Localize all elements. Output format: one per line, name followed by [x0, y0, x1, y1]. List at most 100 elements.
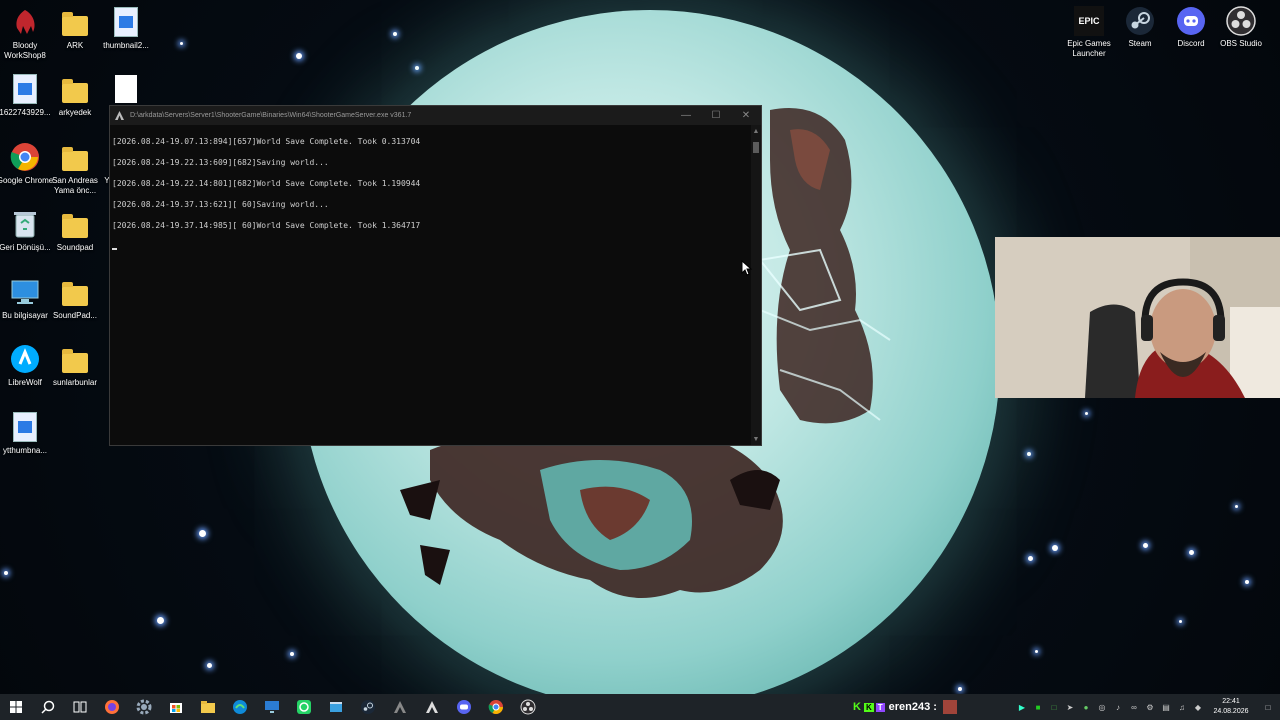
task-view-icon: [73, 701, 87, 713]
notification-icon[interactable]: □: [1256, 703, 1280, 712]
image-file-icon: [114, 7, 138, 37]
close-button[interactable]: ✕: [731, 106, 761, 125]
desktop-icon-sunlarbunlar[interactable]: sunlarbunlar: [44, 343, 106, 388]
clock[interactable]: 22:41 24.08.2026: [1206, 697, 1256, 717]
microphone-icon[interactable]: ♪: [1110, 703, 1126, 712]
remote-desktop-icon: [265, 701, 279, 713]
desktop-icon-thumbnail2[interactable]: thumbnail2...: [95, 6, 157, 51]
taskbar-settings[interactable]: [128, 694, 160, 720]
image-file-icon: [13, 412, 37, 442]
taskbar-whatsapp[interactable]: [288, 694, 320, 720]
tiktok-icon: K: [863, 702, 874, 712]
green-app-icon[interactable]: ■: [1030, 703, 1046, 712]
language-icon[interactable]: ◆: [1190, 703, 1206, 712]
clock-time: 22:41: [1222, 698, 1240, 705]
desktop-icon-soundpad2[interactable]: SoundPad...: [44, 276, 106, 321]
volume-icon[interactable]: ♫: [1174, 703, 1190, 712]
image-file-icon: [13, 74, 37, 104]
scrollbar-thumb[interactable]: [753, 142, 759, 153]
console-output[interactable]: [2026.08.24-19.07.13:894][657]World Save…: [110, 125, 761, 265]
windows-start-icon: [10, 701, 22, 713]
chrome-icon: [10, 143, 39, 171]
taskbar-obs[interactable]: [512, 694, 544, 720]
window-icon: [330, 702, 342, 712]
network-icon[interactable]: ▤: [1158, 703, 1174, 712]
console-titlebar[interactable]: D:\arkdata\Servers\Server1\ShooterGame\B…: [110, 106, 761, 125]
chrome-icon: [488, 700, 503, 714]
stream-avatar: [942, 700, 957, 714]
text-cursor: [112, 247, 117, 250]
search-button[interactable]: [32, 694, 64, 720]
steam-icon: [1125, 6, 1155, 36]
desktop-icon-epic-games[interactable]: EPIC Epic Games Launcher: [1061, 6, 1117, 59]
console-line: [2026.08.24-19.07.13:894][657]World Save…: [112, 136, 421, 146]
desktop-icon-soundpad[interactable]: Soundpad: [44, 208, 106, 253]
ark-app-icon: [115, 111, 124, 120]
folder-icon: [62, 147, 88, 171]
minimize-button[interactable]: —: [671, 106, 701, 125]
console-scrollbar[interactable]: ▲ ▼: [751, 125, 761, 445]
file-explorer-icon: [201, 701, 215, 713]
desktop-icon-ytthumbna[interactable]: ytthumbna...: [0, 411, 56, 456]
librewolf-icon: [11, 345, 39, 373]
play-icon[interactable]: ▶: [1014, 703, 1030, 712]
search-icon: [41, 700, 55, 714]
discord-icon: [1176, 6, 1206, 36]
taskbar-firefox[interactable]: [96, 694, 128, 720]
steam-tray-icon[interactable]: ⚙: [1142, 703, 1158, 712]
tray-arrow-icon[interactable]: ➤: [1062, 703, 1078, 712]
taskbar-file-explorer[interactable]: [192, 694, 224, 720]
tray-app-icon[interactable]: □: [1046, 703, 1062, 712]
taskbar-chrome[interactable]: [480, 694, 512, 720]
system-tray: ▶ ■ □ ➤ ● ◎ ♪ ∞ ⚙ ▤ ♫ ◆ 22:41 24.08.2026…: [1014, 694, 1280, 720]
stream-username-overlay: K K T eren243 :: [853, 699, 957, 715]
epic-games-icon: EPIC: [1074, 6, 1104, 36]
taskbar-discord[interactable]: [448, 694, 480, 720]
folder-icon: [62, 214, 88, 238]
edge-icon: [233, 700, 247, 714]
stream-username: eren243 :: [888, 701, 937, 713]
tray-shield-icon[interactable]: ◎: [1094, 703, 1110, 712]
console-line: [2026.08.24-19.22.13:609][682]Saving wor…: [112, 157, 329, 167]
tray-bluetooth-icon[interactable]: ∞: [1126, 703, 1142, 712]
twitch-icon: T: [875, 702, 885, 712]
folder-icon: [62, 79, 88, 103]
taskbar-window[interactable]: [320, 694, 352, 720]
desktop-icon-steam[interactable]: Steam: [1112, 6, 1168, 49]
taskbar-ark-server[interactable]: [416, 694, 448, 720]
taskbar-ark[interactable]: [384, 694, 416, 720]
tray-circle-icon[interactable]: ●: [1078, 703, 1094, 712]
scroll-down-icon[interactable]: ▼: [751, 435, 761, 445]
scroll-up-icon[interactable]: ▲: [751, 127, 761, 137]
taskbar-steam[interactable]: [352, 694, 384, 720]
taskbar-edge[interactable]: [224, 694, 256, 720]
maximize-button[interactable]: ☐: [701, 106, 731, 125]
webcam-overlay: [995, 237, 1280, 398]
console-line: [2026.08.24-19.22.14:801][682]World Save…: [112, 178, 421, 188]
steam-icon: [361, 700, 375, 714]
mouse-cursor-icon: [741, 260, 753, 276]
gear-icon: [136, 699, 152, 715]
folder-icon: [62, 282, 88, 306]
obs-icon: [520, 699, 536, 715]
folder-icon: [62, 12, 88, 36]
taskbar-store[interactable]: [160, 694, 192, 720]
console-title: D:\arkdata\Servers\Server1\ShooterGame\B…: [130, 112, 412, 119]
discord-icon: [457, 700, 471, 714]
kick-icon: K: [853, 701, 861, 713]
obs-icon: [1226, 6, 1256, 36]
windows-start-button[interactable]: [0, 694, 32, 720]
text-file-icon: [115, 75, 137, 103]
clock-date: 24.08.2026: [1213, 708, 1249, 715]
console-window[interactable]: D:\arkdata\Servers\Server1\ShooterGame\B…: [109, 105, 762, 446]
taskbar: ▶ ■ □ ➤ ● ◎ ♪ ∞ ⚙ ▤ ♫ ◆ 22:41 24.08.2026…: [0, 694, 1280, 720]
console-line: [2026.08.24-19.37.14:985][ 60]World Save…: [112, 221, 421, 231]
console-line: [2026.08.24-19.37.13:621][ 60]Saving wor…: [112, 200, 329, 210]
task-view-button[interactable]: [64, 694, 96, 720]
desktop-icon-obs[interactable]: OBS Studio: [1213, 6, 1269, 49]
taskbar-remote-desktop[interactable]: [256, 694, 288, 720]
firefox-icon: [105, 700, 119, 714]
whatsapp-icon: [297, 700, 311, 714]
desktop-icon-discord[interactable]: Discord: [1163, 6, 1219, 49]
ark-server-icon: [426, 701, 438, 713]
